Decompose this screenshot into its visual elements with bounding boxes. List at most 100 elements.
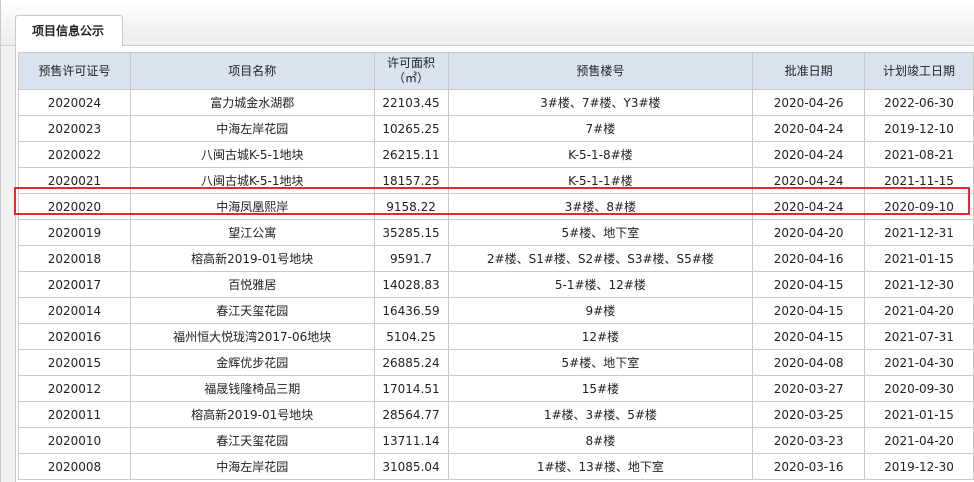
cell-completion-date: 2019-12-30: [864, 453, 974, 480]
table-row[interactable]: 2020019 望江公寓 35285.15 5#楼、地下室 2020-04-20 2021…: [18, 219, 974, 246]
cell-permit-area: 28564.77: [373, 401, 449, 428]
cell-permit-no: 2020016: [18, 323, 131, 350]
table-row[interactable]: 2020017 百悦雅居 14028.83 5-1#楼、12#楼 2020-04-15 2…: [18, 271, 974, 298]
cell-permit-no: 2020023: [18, 115, 131, 142]
cell-permit-no: 2020010: [18, 427, 131, 454]
cell-approval-date: 2020-04-24: [752, 115, 866, 142]
cell-project-name[interactable]: 中海左岸花园: [129, 115, 375, 142]
cell-building-no: 7#楼: [447, 115, 754, 142]
cell-approval-date: 2020-04-15: [752, 271, 866, 298]
header-project-name[interactable]: 项目名称: [129, 52, 375, 90]
cell-building-no: 9#楼: [447, 297, 754, 324]
table-header-row: 预售许可证号 项目名称 许可面积 （㎡） 预售楼号 批准日期 计划竣工日期: [18, 52, 974, 90]
cell-permit-no: 2020014: [18, 297, 131, 324]
cell-approval-date: 2020-03-25: [752, 401, 866, 428]
cell-approval-date: 2020-04-15: [752, 297, 866, 324]
cell-building-no: 3#楼、8#楼: [447, 193, 754, 220]
table-row[interactable]: 2020016 福州恒大悦珑湾2017-06地块 5104.25 12#楼 2020-0…: [18, 323, 974, 350]
header-approval-date[interactable]: 批准日期: [752, 52, 866, 90]
cell-permit-area: 14028.83: [373, 271, 449, 298]
cell-completion-date: 2021-12-30: [864, 271, 974, 298]
cell-permit-area: 35285.15: [373, 219, 449, 246]
cell-completion-date: 2021-07-31: [864, 323, 974, 350]
cell-permit-area: 9158.22: [373, 193, 449, 220]
tab-project-info[interactable]: 项目信息公示: [15, 15, 123, 46]
cell-building-no: K-5-1-1#楼: [447, 167, 754, 194]
table-row[interactable]: 2020011 榕高新2019-01号地块 28564.77 1#楼、3#楼、5#楼 2…: [18, 401, 974, 428]
cell-permit-area: 18157.25: [373, 167, 449, 194]
cell-completion-date: 2021-04-20: [864, 297, 974, 324]
cell-permit-no: 2020021: [18, 167, 131, 194]
table-row[interactable]: 2020020 中海凤凰熙岸 9158.22 3#楼、8#楼 2020-04-24 202…: [18, 193, 974, 220]
table-row[interactable]: 2020015 金辉优步花园 26885.24 5#楼、地下室 2020-04-08 20…: [18, 349, 974, 376]
table-row[interactable]: 2020024 富力城金水湖郡 22103.45 3#楼、7#楼、Y3#楼 2020-0…: [18, 89, 974, 116]
cell-completion-date: 2021-11-15: [864, 167, 974, 194]
cell-project-name[interactable]: 金辉优步花园: [129, 349, 375, 376]
cell-permit-no: 2020018: [18, 245, 131, 272]
cell-permit-area: 22103.45: [373, 89, 449, 116]
cell-project-name[interactable]: 福晟钱隆椅品三期: [129, 375, 375, 402]
cell-project-name[interactable]: 榕高新2019-01号地块: [129, 401, 375, 428]
cell-approval-date: 2020-04-24: [752, 141, 866, 168]
cell-approval-date: 2020-04-16: [752, 245, 866, 272]
cell-building-no: 12#楼: [447, 323, 754, 350]
cell-completion-date: 2021-04-30: [864, 349, 974, 376]
cell-permit-no: 2020022: [18, 141, 131, 168]
cell-approval-date: 2020-04-08: [752, 349, 866, 376]
cell-project-name[interactable]: 富力城金水湖郡: [129, 89, 375, 116]
header-permit-area[interactable]: 许可面积 （㎡）: [373, 52, 449, 90]
cell-project-name[interactable]: 福州恒大悦珑湾2017-06地块: [129, 323, 375, 350]
cell-permit-area: 13711.14: [373, 427, 449, 454]
cell-building-no: 5#楼、地下室: [447, 219, 754, 246]
cell-project-name[interactable]: 八闽古城K-5-1地块: [129, 141, 375, 168]
cell-project-name[interactable]: 望江公寓: [129, 219, 375, 246]
table-row[interactable]: 2020021 八闽古城K-5-1地块 18157.25 K-5-1-1#楼 2020-…: [18, 167, 974, 194]
cell-permit-area: 9591.7: [373, 245, 449, 272]
table-row[interactable]: 2020018 榕高新2019-01号地块 9591.7 2#楼、S1#楼、S2#楼、…: [18, 245, 974, 272]
cell-completion-date: 2021-12-31: [864, 219, 974, 246]
cell-approval-date: 2020-03-27: [752, 375, 866, 402]
table-row[interactable]: 2020023 中海左岸花园 10265.25 7#楼 2020-04-24 2019-1…: [18, 115, 974, 142]
table-row[interactable]: 2020008 中海左岸花园 31085.04 1#楼、13#楼、地下室 2020-03…: [18, 453, 974, 480]
cell-building-no: 3#楼、7#楼、Y3#楼: [447, 89, 754, 116]
cell-approval-date: 2020-04-26: [752, 89, 866, 116]
cell-permit-no: 2020011: [18, 401, 131, 428]
cell-building-no: 5-1#楼、12#楼: [447, 271, 754, 298]
cell-permit-no: 2020012: [18, 375, 131, 402]
cell-completion-date: 2021-08-21: [864, 141, 974, 168]
cell-project-name[interactable]: 春江天玺花园: [129, 297, 375, 324]
header-completion-date[interactable]: 计划竣工日期: [864, 52, 974, 90]
table-row[interactable]: 2020012 福晟钱隆椅品三期 17014.51 15#楼 2020-03-27 202…: [18, 375, 974, 402]
table-row[interactable]: 2020014 春江天玺花园 16436.59 9#楼 2020-04-15 2021-0…: [18, 297, 974, 324]
header-building-no[interactable]: 预售楼号: [447, 52, 754, 90]
cell-permit-no: 2020019: [18, 219, 131, 246]
cell-permit-no: 2020008: [18, 453, 131, 480]
cell-building-no: 5#楼、地下室: [447, 349, 754, 376]
cell-building-no: 8#楼: [447, 427, 754, 454]
cell-project-name[interactable]: 春江天玺花园: [129, 427, 375, 454]
cell-building-no: 1#楼、3#楼、5#楼: [447, 401, 754, 428]
cell-approval-date: 2020-04-20: [752, 219, 866, 246]
cell-project-name[interactable]: 榕高新2019-01号地块: [129, 245, 375, 272]
cell-permit-no: 2020015: [18, 349, 131, 376]
cell-approval-date: 2020-04-15: [752, 323, 866, 350]
cell-building-no: 2#楼、S1#楼、S2#楼、S3#楼、S5#楼: [447, 245, 754, 272]
cell-completion-date: 2022-06-30: [864, 89, 974, 116]
header-permit-area-text: 许可面积 （㎡）: [387, 56, 436, 85]
cell-permit-area: 17014.51: [373, 375, 449, 402]
cell-permit-no: 2020017: [18, 271, 131, 298]
window-frame: 项目信息公示 预售许可证号 项目名称 许可面积 （㎡） 预售楼号 批准日期 计划…: [0, 0, 974, 482]
table-row[interactable]: 2020010 春江天玺花园 13711.14 8#楼 2020-03-23 2021-0…: [18, 427, 974, 454]
cell-project-name[interactable]: 中海左岸花园: [129, 453, 375, 480]
table-row[interactable]: 2020022 八闽古城K-5-1地块 26215.11 K-5-1-8#楼 2020-…: [18, 141, 974, 168]
cell-completion-date: 2021-01-15: [864, 245, 974, 272]
cell-project-name[interactable]: 八闽古城K-5-1地块: [129, 167, 375, 194]
cell-permit-area: 10265.25: [373, 115, 449, 142]
header-permit-no[interactable]: 预售许可证号: [18, 52, 131, 90]
cell-permit-area: 5104.25: [373, 323, 449, 350]
cell-permit-area: 26215.11: [373, 141, 449, 168]
cell-project-name[interactable]: 中海凤凰熙岸: [129, 193, 375, 220]
cell-completion-date: 2020-09-30: [864, 375, 974, 402]
cell-project-name[interactable]: 百悦雅居: [129, 271, 375, 298]
cell-completion-date: 2020-09-10: [864, 193, 974, 220]
